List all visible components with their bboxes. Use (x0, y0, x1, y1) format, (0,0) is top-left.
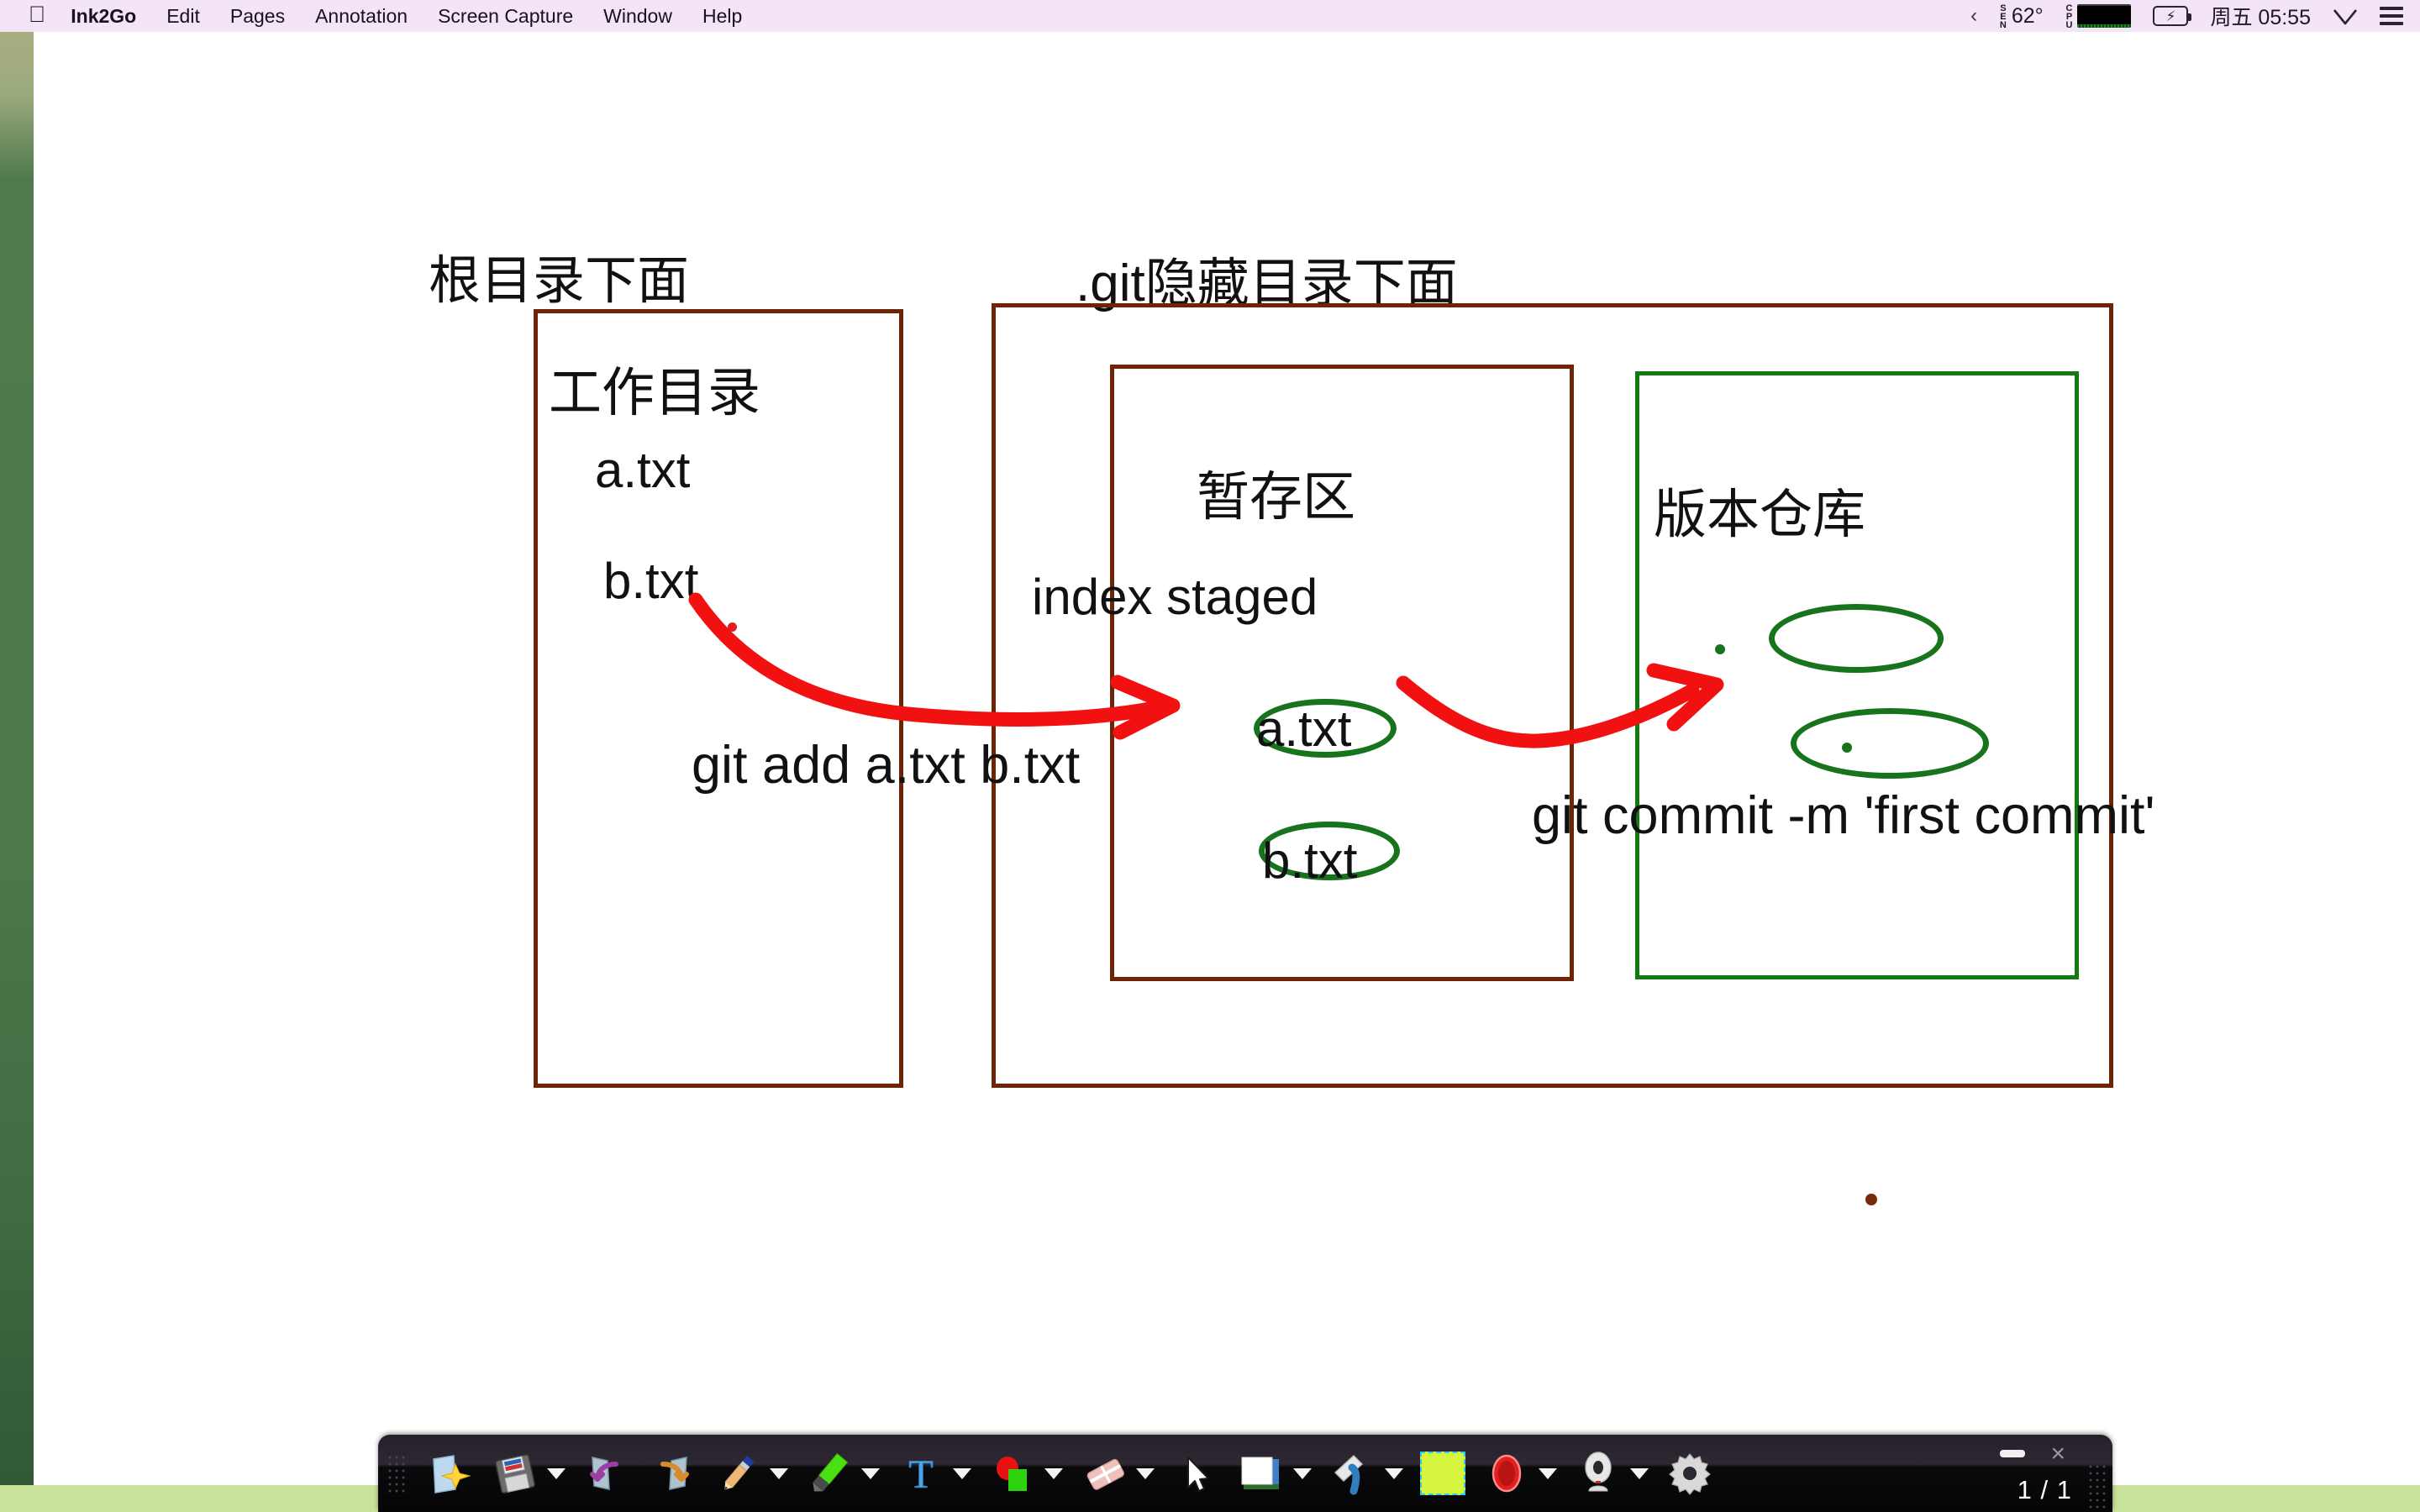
label-staged-file-b: b.txt (1262, 832, 1358, 889)
sensor-value: 62° (2011, 3, 2044, 28)
toolbar-redo[interactable] (631, 1435, 697, 1512)
webcam-icon[interactable] (1574, 1449, 1623, 1498)
label-command-git-add: git add a.txt b.txt (692, 736, 1081, 795)
shapes-caret-icon[interactable] (1044, 1467, 1063, 1479)
toolbar-pointer[interactable] (1155, 1435, 1220, 1512)
new-page-icon[interactable] (425, 1449, 474, 1498)
control-center-icon[interactable] (2380, 7, 2403, 25)
menu-bar-status-area: ‹ SEN 62° CPU ⚡ 周五 05:55 (1949, 1, 2420, 31)
pointer-icon[interactable] (1171, 1449, 1220, 1498)
label-working-file-b: b.txt (603, 553, 699, 609)
label-staged-file-a: a.txt (1256, 701, 1352, 757)
toolbar-pen[interactable] (697, 1435, 788, 1512)
toolbar-eraser[interactable] (1063, 1435, 1155, 1512)
label-working-file-a: a.txt (595, 442, 691, 498)
undo-icon[interactable] (582, 1449, 631, 1498)
menu-item-screen-capture[interactable]: Screen Capture (438, 5, 573, 28)
repository-dot-inner (1842, 743, 1852, 753)
repository-box (1635, 371, 2079, 979)
menu-item-edit[interactable]: Edit (166, 5, 200, 28)
menu-item-annotation[interactable]: Annotation (315, 5, 408, 28)
toolbar-grip-left[interactable] (387, 1454, 408, 1493)
label-staging-area: 暂存区 (1197, 468, 1355, 527)
window-controls: × 1 / 1 (1953, 1435, 2112, 1512)
commit-object-ellipse-1 (1769, 604, 1944, 673)
toolbar-shapes[interactable] (971, 1435, 1063, 1512)
cpu-label: CPU (2064, 3, 2075, 29)
ink-dot-canvas (1865, 1194, 1877, 1205)
label-index-staged: index staged (1032, 569, 1318, 625)
close-button[interactable]: × (2050, 1441, 2065, 1467)
save-caret-icon[interactable] (547, 1467, 566, 1479)
record-icon[interactable] (1482, 1449, 1531, 1498)
svg-text:T: T (908, 1452, 933, 1497)
toolbar-text[interactable]: T (880, 1435, 971, 1512)
toolbar-settings[interactable] (1649, 1435, 1714, 1512)
ink-dot-working-dir (728, 622, 737, 632)
toolbar-whiteboard[interactable] (1220, 1435, 1312, 1512)
minimize-button[interactable] (2000, 1450, 2025, 1457)
whiteboard-caret-icon[interactable] (1293, 1467, 1312, 1479)
cpu-graph-icon (2077, 4, 2132, 28)
toolbar-region[interactable] (1403, 1435, 1465, 1512)
eraser-icon[interactable] (1080, 1449, 1128, 1498)
redo-icon[interactable] (648, 1449, 697, 1498)
toolbar-undo[interactable] (566, 1435, 631, 1512)
chevron-left-icon[interactable]: ‹ (1970, 4, 1977, 28)
menu-bar-clock[interactable]: 周五 05:55 (2210, 1, 2311, 31)
label-working-directory: 工作目录 (549, 364, 760, 423)
tool-palette[interactable]: T × 1 / 1 (378, 1435, 2112, 1512)
repository-dot-left (1715, 644, 1725, 654)
battery-charging-icon[interactable]: ⚡ (2153, 6, 2192, 26)
toolbar-grip-right[interactable] (2087, 1463, 2109, 1509)
toolbar-save[interactable] (474, 1435, 566, 1512)
screen:  Ink2Go Edit Pages Annotation Screen Ca… (0, 0, 2420, 1512)
highlighter-caret-icon[interactable] (861, 1467, 880, 1479)
toolbar-highlighter[interactable] (788, 1435, 880, 1512)
menu-item-window[interactable]: Window (603, 5, 672, 28)
spotlight-icon[interactable] (1328, 1449, 1377, 1498)
label-command-git-commit: git commit -m 'first commit' (1532, 786, 2155, 845)
menu-item-app-name[interactable]: Ink2Go (71, 5, 136, 28)
highlighter-icon[interactable] (805, 1449, 854, 1498)
whiteboard-icon[interactable] (1237, 1449, 1286, 1498)
eraser-caret-icon[interactable] (1136, 1467, 1155, 1479)
save-icon[interactable] (491, 1449, 539, 1498)
toolbar-spotlight[interactable] (1312, 1435, 1403, 1512)
pencil-icon[interactable] (713, 1449, 762, 1498)
text-tool-icon[interactable]: T (897, 1449, 945, 1498)
commit-object-ellipse-2 (1791, 708, 1989, 779)
label-repository: 版本仓库 (1654, 486, 1865, 544)
toolbar-record[interactable] (1465, 1435, 1557, 1512)
sensor-label: SEN (1997, 3, 2008, 29)
label-root-directory: 根目录下面 (429, 252, 690, 310)
menu-bar:  Ink2Go Edit Pages Annotation Screen Ca… (0, 0, 2420, 32)
text-caret-icon[interactable] (953, 1467, 971, 1479)
toolbar-new-page[interactable] (408, 1435, 474, 1512)
cpu-status-item[interactable]: CPU (2064, 3, 2132, 29)
desktop-wallpaper-left (0, 32, 34, 1512)
sensor-status-item[interactable]: SEN 62° (1997, 3, 2044, 29)
webcam-caret-icon[interactable] (1630, 1467, 1649, 1479)
screen-region-icon[interactable] (1420, 1452, 1465, 1495)
pen-caret-icon[interactable] (770, 1467, 788, 1479)
annotation-canvas[interactable]: 根目录下面 .git隐藏目录下面 工作目录 a.txt b.txt 暂存区 in… (34, 32, 2155, 1483)
wifi-icon[interactable] (2333, 7, 2358, 25)
menu-item-help[interactable]: Help (702, 5, 742, 28)
page-indicator: 1 / 1 (2017, 1475, 2072, 1504)
settings-gear-icon[interactable] (1665, 1449, 1714, 1498)
record-caret-icon[interactable] (1539, 1467, 1557, 1479)
toolbar-webcam[interactable] (1557, 1435, 1649, 1512)
shapes-icon[interactable] (988, 1449, 1037, 1498)
menu-item-pages[interactable]: Pages (230, 5, 285, 28)
apple-icon[interactable]:  (29, 3, 45, 26)
spotlight-caret-icon[interactable] (1385, 1467, 1403, 1479)
